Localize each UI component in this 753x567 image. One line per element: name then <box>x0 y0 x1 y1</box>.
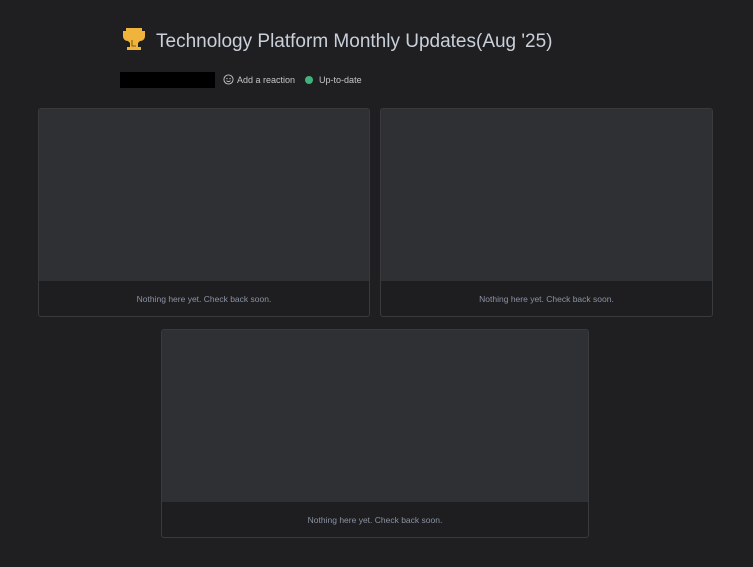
page-title: Technology Platform Monthly Updates(Aug … <box>156 30 553 52</box>
meta-row: Add a reaction Up-to-date <box>120 72 362 88</box>
status-label: Up-to-date <box>319 75 362 85</box>
content-card[interactable]: Nothing here yet. Check back soon. <box>38 108 370 317</box>
trophy-icon <box>122 26 146 57</box>
redacted-author <box>120 72 215 88</box>
empty-text: Nothing here yet. Check back soon. <box>136 293 272 304</box>
add-reaction-button[interactable]: Add a reaction <box>223 73 296 87</box>
check-icon <box>305 76 314 84</box>
card-image-placeholder <box>162 330 588 502</box>
empty-text: Nothing here yet. Check back soon. <box>479 293 614 304</box>
status-badge: Up-to-date <box>305 75 362 85</box>
card-image-placeholder <box>39 109 369 281</box>
empty-text: Nothing here yet. Check back soon. <box>307 514 443 525</box>
content-card[interactable]: Nothing here yet. Check back soon. <box>380 108 713 317</box>
content-card[interactable]: Nothing here yet. Check back soon. <box>161 329 589 538</box>
card-image-placeholder <box>381 109 712 281</box>
page-header: Technology Platform Monthly Updates(Aug … <box>122 26 553 57</box>
add-reaction-label: Add a reaction <box>237 75 296 85</box>
smiley-icon <box>223 73 234 87</box>
